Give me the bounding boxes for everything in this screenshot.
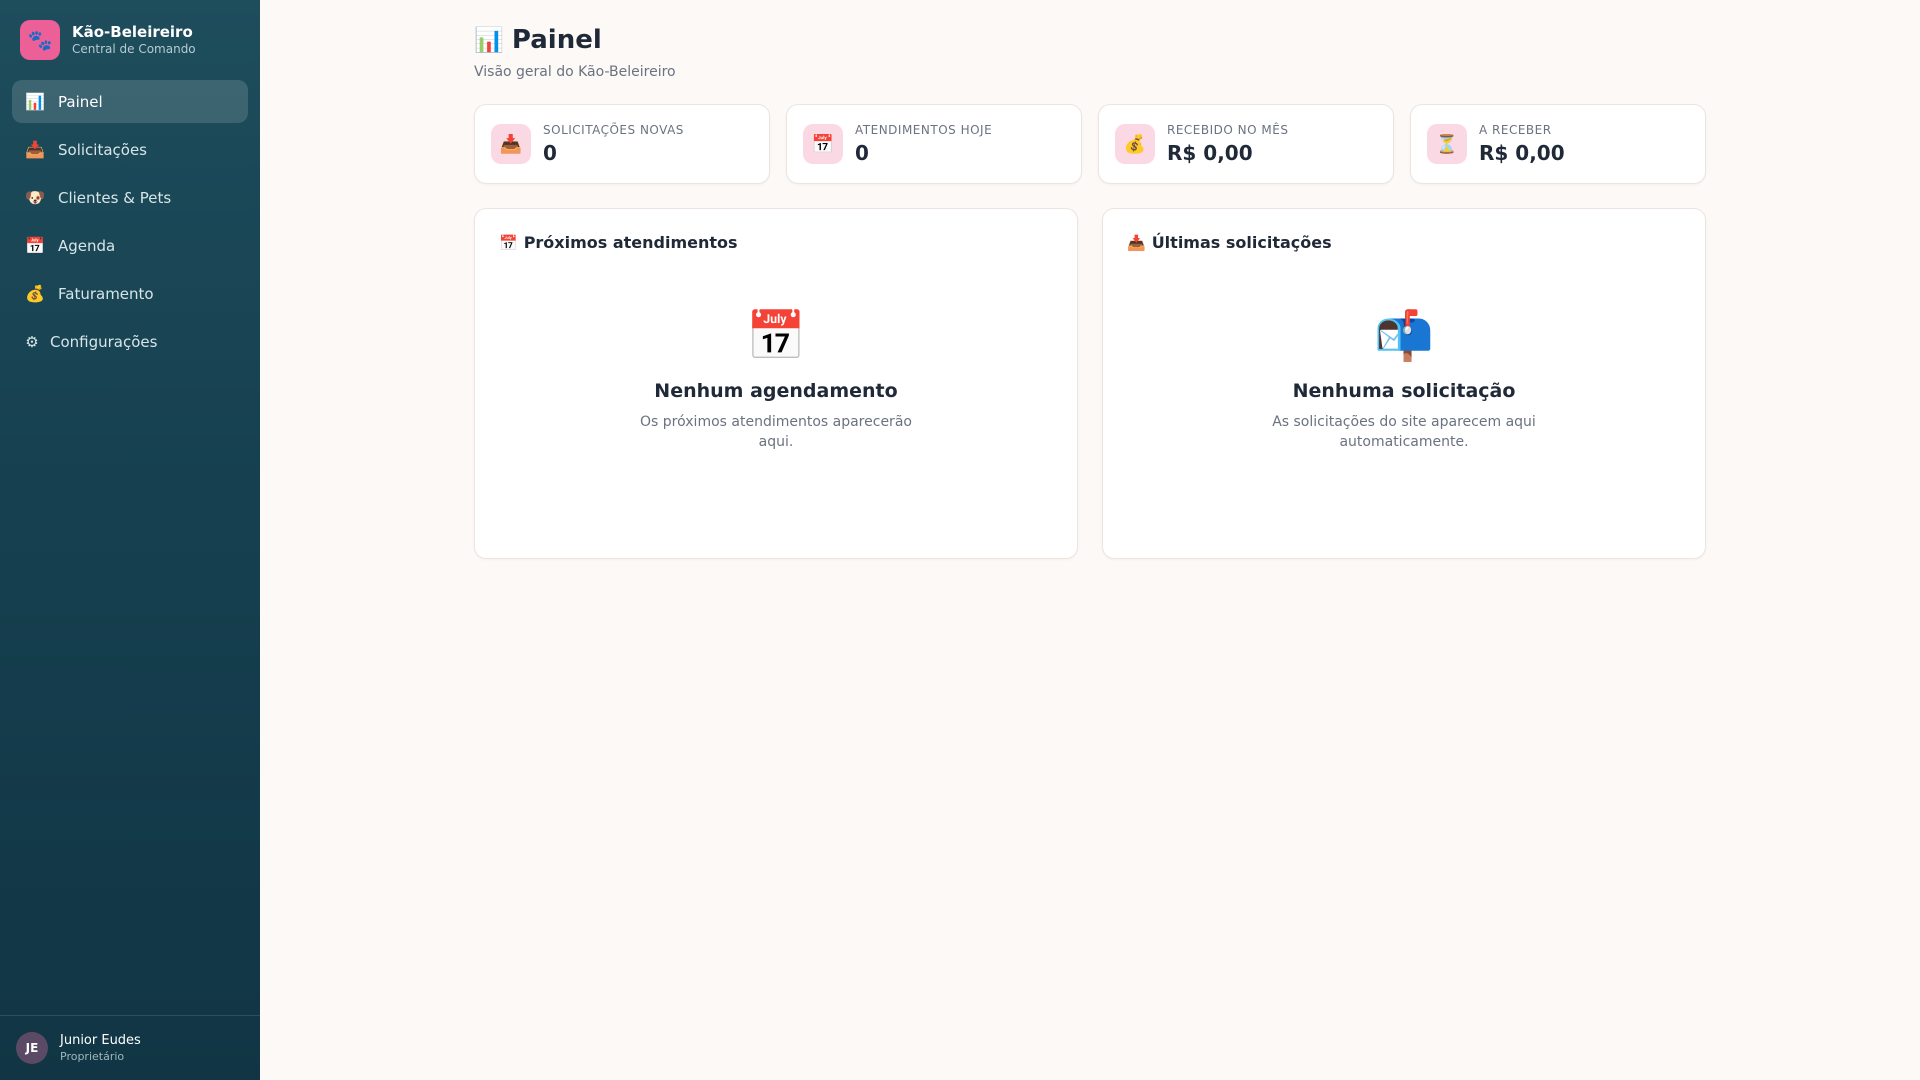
panel-title-text: Próximos atendimentos — [523, 233, 738, 252]
dog-icon: 🐶 — [25, 188, 45, 207]
main-content: 📊 Painel Visão geral do Kão-Beleireiro 📥… — [474, 0, 1706, 559]
empty-state: 📬 Nenhuma solicitação As solicitações do… — [1127, 308, 1681, 452]
sidebar-item-label: Painel — [58, 92, 103, 111]
brand-name: Kão-Beleireiro — [72, 23, 193, 41]
gear-icon: ⚙ — [25, 332, 39, 351]
stat-text: Recebido no mês R$ 0,00 — [1167, 122, 1288, 166]
user-role: Proprietário — [60, 1050, 125, 1063]
empty-state-title: Nenhum agendamento — [654, 380, 898, 402]
panels-row: 📅 Próximos atendimentos 📅 Nenhum agendam… — [474, 208, 1706, 559]
stat-card-a-receber: ⏳ A receber R$ 0,00 — [1410, 104, 1706, 184]
stat-card-atendimentos-hoje: 📅 Atendimentos hoje 0 — [786, 104, 1082, 184]
empty-state-text: As solicitações do site aparecem aqui au… — [1272, 414, 1536, 450]
paw-icon: 🐾 — [20, 20, 60, 60]
stat-text: Solicitações novas 0 — [543, 122, 684, 166]
stat-value: 0 — [855, 141, 869, 165]
empty-state: 📅 Nenhum agendamento Os próximos atendim… — [499, 308, 1053, 452]
sidebar-item-solicitacoes[interactable]: 📥 Solicitações — [12, 128, 248, 171]
mailbox-icon: 📬 — [1374, 308, 1434, 364]
chart-icon: 📊 — [474, 26, 504, 54]
chart-icon: 📊 — [25, 92, 45, 111]
avatar: JE — [16, 1032, 48, 1064]
stat-value: R$ 0,00 — [1479, 141, 1565, 165]
sidebar-item-painel[interactable]: 📊 Painel — [12, 80, 248, 123]
stat-text: A receber R$ 0,00 — [1479, 122, 1565, 166]
panel-title: 📥 Últimas solicitações — [1127, 233, 1681, 252]
stat-label: Solicitações novas — [543, 123, 684, 137]
sidebar-item-configuracoes[interactable]: ⚙ Configurações — [12, 320, 248, 363]
upcoming-appointments-panel: 📅 Próximos atendimentos 📅 Nenhum agendam… — [474, 208, 1078, 559]
money-bag-icon: 💰 — [1115, 124, 1155, 164]
stat-card-recebido-no-mes: 💰 Recebido no mês R$ 0,00 — [1098, 104, 1394, 184]
inbox-icon: 📥 — [1127, 233, 1146, 252]
inbox-icon: 📥 — [25, 140, 45, 159]
calendar-icon: 📅 — [25, 236, 45, 255]
sidebar: 🐾 Kão-Beleireiro Central de Comando 📊 Pa… — [0, 0, 260, 1080]
user-name: Junior Eudes — [60, 1033, 141, 1048]
brand-text: Kão-Beleireiro Central de Comando — [72, 23, 196, 57]
sidebar-item-faturamento[interactable]: 💰 Faturamento — [12, 272, 248, 315]
sidebar-nav: 📊 Painel 📥 Solicitações 🐶 Clientes & Pet… — [0, 80, 260, 363]
page-title-text: Painel — [511, 25, 602, 55]
stat-label: A receber — [1479, 123, 1552, 137]
panel-title-text: Últimas solicitações — [1151, 233, 1332, 252]
calendar-icon: 📅 — [746, 308, 806, 364]
page-title: 📊 Painel — [474, 24, 1706, 56]
money-bag-icon: 💰 — [25, 284, 45, 303]
hourglass-icon: ⏳ — [1427, 124, 1467, 164]
stat-card-solicitacoes-novas: 📥 Solicitações novas 0 — [474, 104, 770, 184]
calendar-icon: 📅 — [803, 124, 843, 164]
empty-state-title: Nenhuma solicitação — [1292, 380, 1516, 402]
brand[interactable]: 🐾 Kão-Beleireiro Central de Comando — [0, 0, 260, 60]
user-profile[interactable]: JE Junior Eudes Proprietário — [0, 1015, 260, 1080]
sidebar-item-label: Configurações — [50, 332, 158, 351]
sidebar-item-label: Agenda — [58, 236, 116, 255]
user-text: Junior Eudes Proprietário — [60, 1032, 141, 1064]
sidebar-item-label: Clientes & Pets — [58, 188, 172, 207]
stat-text: Atendimentos hoje 0 — [855, 122, 992, 166]
stat-value: 0 — [543, 141, 557, 165]
latest-requests-panel: 📥 Últimas solicitações 📬 Nenhuma solicit… — [1102, 208, 1706, 559]
sidebar-item-clientes-pets[interactable]: 🐶 Clientes & Pets — [12, 176, 248, 219]
stat-value: R$ 0,00 — [1167, 141, 1253, 165]
panel-title: 📅 Próximos atendimentos — [499, 233, 1053, 252]
stat-label: Recebido no mês — [1167, 123, 1289, 137]
sidebar-item-label: Solicitações — [58, 140, 147, 159]
sidebar-item-agenda[interactable]: 📅 Agenda — [12, 224, 248, 267]
calendar-icon: 📅 — [499, 233, 518, 252]
brand-subtitle: Central de Comando — [72, 42, 196, 56]
page-subtitle: Visão geral do Kão-Beleireiro — [474, 64, 676, 80]
stat-label: Atendimentos hoje — [855, 123, 993, 137]
page-header: 📊 Painel Visão geral do Kão-Beleireiro — [474, 24, 1706, 80]
sidebar-item-label: Faturamento — [58, 284, 154, 303]
inbox-icon: 📥 — [491, 124, 531, 164]
stats-row: 📥 Solicitações novas 0 📅 Atendimentos ho… — [474, 104, 1706, 184]
empty-state-text: Os próximos atendimentos aparecerão aqui… — [640, 414, 912, 450]
